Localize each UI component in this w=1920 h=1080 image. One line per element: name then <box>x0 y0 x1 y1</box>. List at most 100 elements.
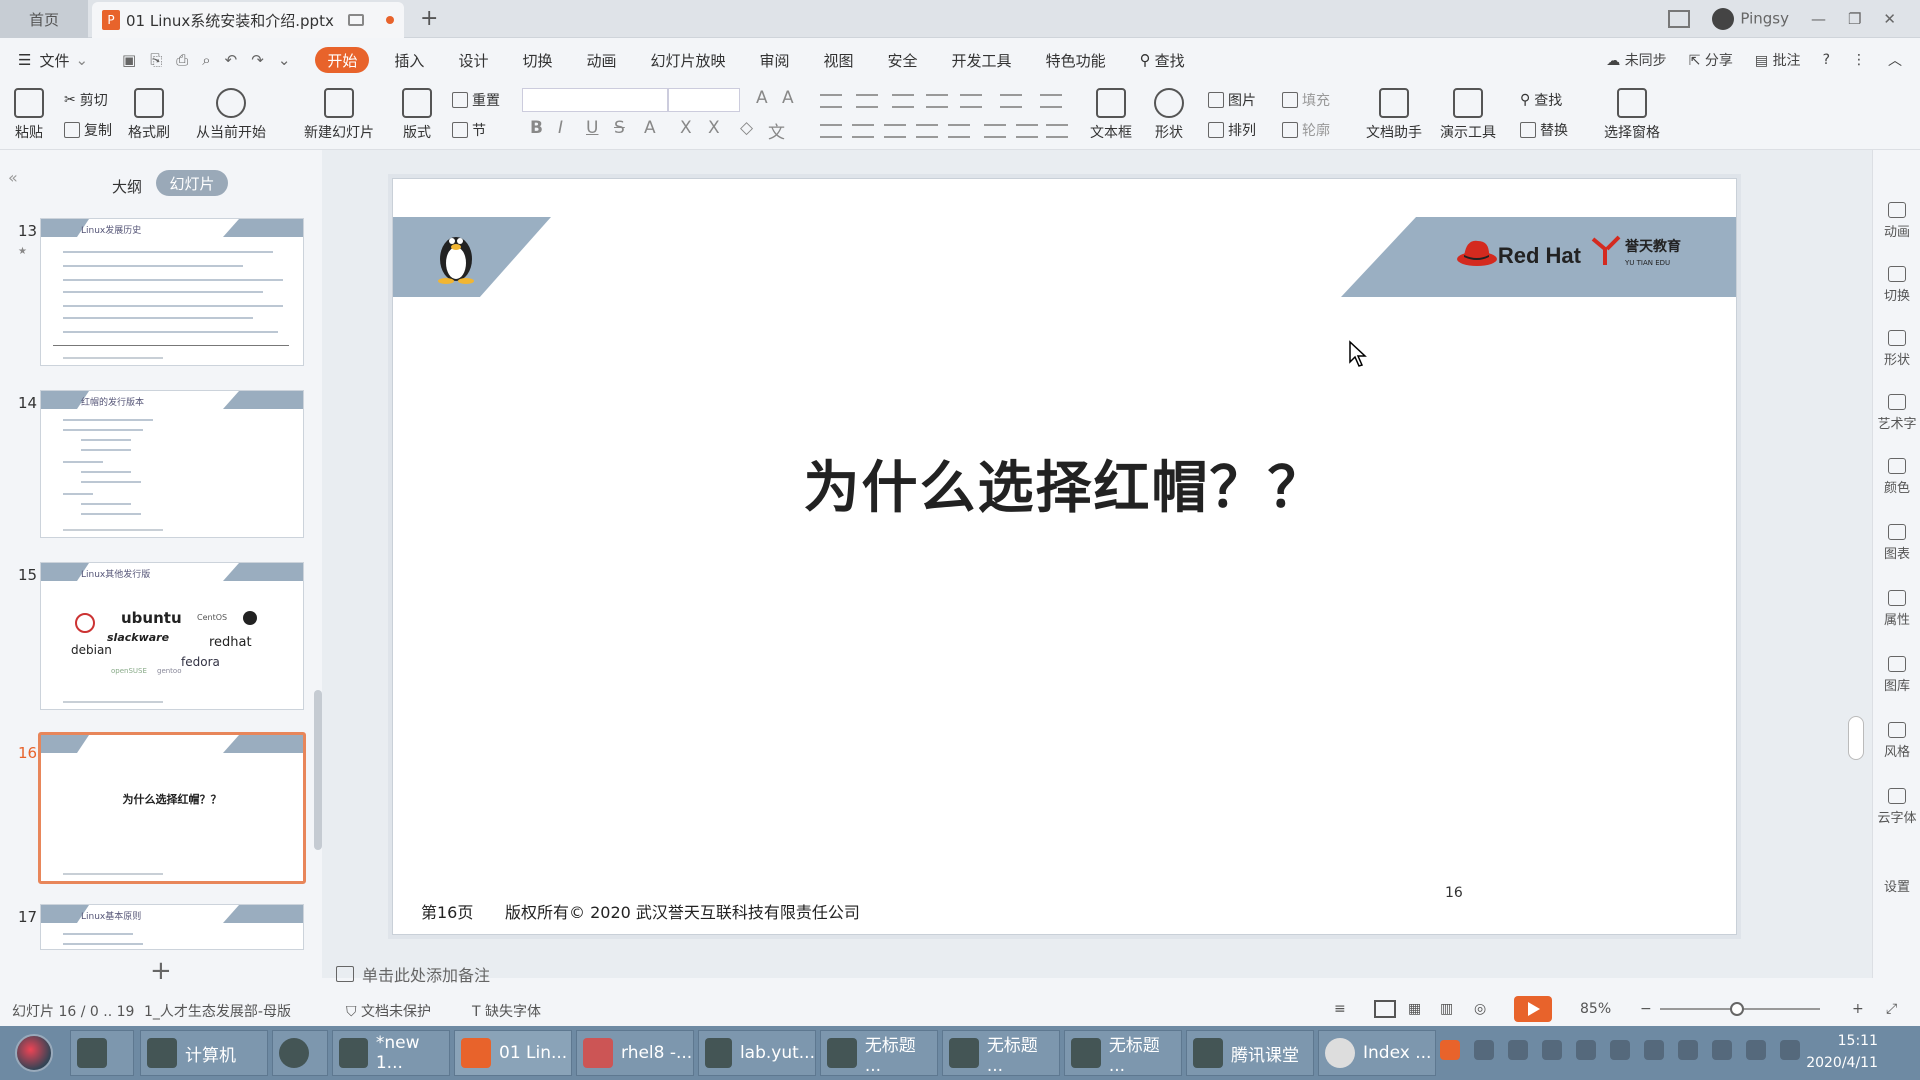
editor-scrollbar[interactable] <box>1848 716 1864 760</box>
char-spacing-icon[interactable]: 文 <box>768 118 785 143</box>
presenter-icon[interactable]: ◎ <box>1474 1001 1486 1017</box>
format-painter-button[interactable]: 格式刷 <box>128 88 170 142</box>
subscript-icon[interactable]: X <box>708 118 720 138</box>
menu-tab-animation[interactable]: 动画 <box>569 38 633 82</box>
indent-decrease-icon[interactable] <box>892 94 914 108</box>
font-family-select[interactable] <box>522 88 668 112</box>
columns-icon[interactable] <box>960 94 982 108</box>
paragraph-settings-icon[interactable] <box>1046 124 1068 138</box>
from-current-button[interactable]: 从当前开始 <box>196 88 266 142</box>
fit-window-icon[interactable]: ⤢ <box>1886 1001 1897 1017</box>
zoom-slider-handle[interactable] <box>1730 1002 1744 1016</box>
font-grow-icon[interactable]: A <box>756 88 768 108</box>
text-direction-icon[interactable] <box>1000 94 1022 108</box>
system-clock[interactable]: 15:11 2020/4/11 <box>1806 1030 1878 1074</box>
slide-thumbnail-selected[interactable]: 为什么选择红帽？？ <box>38 732 306 884</box>
monitor-icon[interactable] <box>347 14 364 26</box>
sidebar-item-color[interactable]: 颜色 <box>1873 458 1920 496</box>
tab-slides[interactable]: 幻灯片 <box>156 170 228 196</box>
user-account[interactable]: Pingsy <box>1712 8 1789 30</box>
bullets-icon[interactable] <box>820 94 842 108</box>
taskbar-item-notes[interactable] <box>70 1030 134 1076</box>
taskbar-item[interactable]: 计算机 <box>140 1030 268 1076</box>
slide-thumbnail[interactable]: Linux发展历史 <box>40 218 304 366</box>
shape-button[interactable]: 形状 <box>1154 88 1184 142</box>
section-button[interactable]: 节 <box>452 120 486 140</box>
tray-volume-icon[interactable] <box>1746 1040 1766 1060</box>
sidebar-item-style[interactable]: 风格 <box>1873 722 1920 760</box>
reading-view-icon[interactable]: ▥ <box>1440 1001 1453 1017</box>
sidebar-item-animation[interactable]: 动画 <box>1873 202 1920 240</box>
more-icon[interactable]: ⋮ <box>1852 52 1866 68</box>
tray-app-icon[interactable] <box>1474 1040 1494 1060</box>
document-tab[interactable]: P 01 Linux系统安装和介绍.pptx <box>92 2 404 38</box>
tray-app-icon[interactable] <box>1576 1040 1596 1060</box>
tray-app-icon[interactable] <box>1644 1040 1664 1060</box>
comment-button[interactable]: ▤ 批注 <box>1755 50 1801 70</box>
cut-button[interactable]: ✂ 剪切 <box>64 90 108 110</box>
sync-button[interactable]: ☁ 未同步 <box>1606 50 1666 70</box>
layout-button[interactable]: 版式 <box>402 88 432 142</box>
notes-area[interactable]: 单击此处添加备注 <box>336 962 490 986</box>
file-menu[interactable]: ☰ 文件 ⌄ <box>0 38 105 82</box>
strikethrough-icon[interactable]: S <box>614 118 625 138</box>
font-shrink-icon[interactable]: A <box>782 88 794 108</box>
tray-app-icon[interactable] <box>1542 1040 1562 1060</box>
tray-app-icon[interactable] <box>1678 1040 1698 1060</box>
tab-outline[interactable]: 大纲 <box>112 176 142 197</box>
taskbar-item-active[interactable]: 01 Lin... <box>454 1030 572 1076</box>
collapse-panel-icon[interactable]: « <box>8 168 18 187</box>
textbox-button[interactable]: 文本框 <box>1090 88 1132 142</box>
preview-icon[interactable]: ⌕ <box>202 51 210 69</box>
sidebar-item-shape[interactable]: 形状 <box>1873 330 1920 368</box>
missing-font[interactable]: T 缺失字体 <box>472 1001 541 1021</box>
slide-thumbnail[interactable]: Linux基本原则 <box>40 904 304 950</box>
tray-app-icon[interactable] <box>1610 1040 1630 1060</box>
selection-pane-button[interactable]: 选择窗格 <box>1604 88 1660 142</box>
collapse-ribbon-icon[interactable]: ︿ <box>1888 50 1902 70</box>
copy-button[interactable]: 复制 <box>64 120 112 140</box>
find-button[interactable]: ⚲ 查找 <box>1520 90 1562 110</box>
sidebar-item-properties[interactable]: 属性 <box>1873 590 1920 628</box>
doc-helper-button[interactable]: 文档助手 <box>1366 88 1422 142</box>
menu-search[interactable]: ⚲ 查找 <box>1123 38 1202 82</box>
paragraph-spacing-icon[interactable] <box>1016 124 1038 138</box>
sidebar-item-settings[interactable]: 设置 <box>1873 876 1920 895</box>
home-tab[interactable]: 首页 <box>0 0 88 38</box>
taskbar-item-sogou[interactable] <box>272 1030 328 1076</box>
zoom-in-icon[interactable]: + <box>1852 1001 1864 1017</box>
eraser-icon[interactable]: ◇ <box>740 118 753 138</box>
menu-tab-insert[interactable]: 插入 <box>377 38 441 82</box>
sidebar-item-cloud-font[interactable]: 云字体 <box>1873 788 1920 826</box>
add-slide-button[interactable]: + <box>150 956 172 986</box>
menu-tab-security[interactable]: 安全 <box>871 38 935 82</box>
present-tools-button[interactable]: 演示工具 <box>1440 88 1496 142</box>
tray-monitor-icon[interactable] <box>1780 1040 1800 1060</box>
play-slideshow-button[interactable] <box>1514 996 1552 1022</box>
font-color-icon[interactable]: A <box>644 118 656 138</box>
line-spacing-icon[interactable] <box>1040 94 1062 108</box>
menu-tab-transition[interactable]: 切换 <box>505 38 569 82</box>
align-right-icon[interactable] <box>884 124 906 138</box>
tray-shield-icon[interactable] <box>1508 1040 1528 1060</box>
minimize-icon[interactable]: — <box>1811 10 1826 28</box>
align-center-icon[interactable] <box>852 124 874 138</box>
taskbar-item[interactable]: *new 1... <box>332 1030 450 1076</box>
menu-tab-view[interactable]: 视图 <box>807 38 871 82</box>
align-left-icon[interactable] <box>820 124 842 138</box>
taskbar-item[interactable]: lab.yut... <box>698 1030 816 1076</box>
sidebar-item-wordart[interactable]: 艺术字 <box>1873 394 1920 432</box>
print-icon[interactable]: ⎙ <box>176 51 188 69</box>
layout-toggle-icon[interactable] <box>1668 10 1691 28</box>
menu-tab-home[interactable]: 开始 <box>315 47 370 73</box>
arrange-button[interactable]: 排列 <box>1208 120 1256 140</box>
thumbnail-scrollbar[interactable] <box>314 690 322 850</box>
menu-tab-slideshow[interactable]: 幻灯片放映 <box>633 38 742 82</box>
zoom-level[interactable]: 85% <box>1580 1001 1611 1017</box>
italic-icon[interactable]: I <box>558 118 563 138</box>
tray-sogou-icon[interactable] <box>1440 1040 1460 1060</box>
paste-button[interactable]: 粘贴 <box>14 88 44 142</box>
close-icon[interactable]: ✕ <box>1883 10 1896 28</box>
vertical-align-icon[interactable] <box>984 124 1006 138</box>
fill-button[interactable]: 填充 <box>1282 90 1330 110</box>
